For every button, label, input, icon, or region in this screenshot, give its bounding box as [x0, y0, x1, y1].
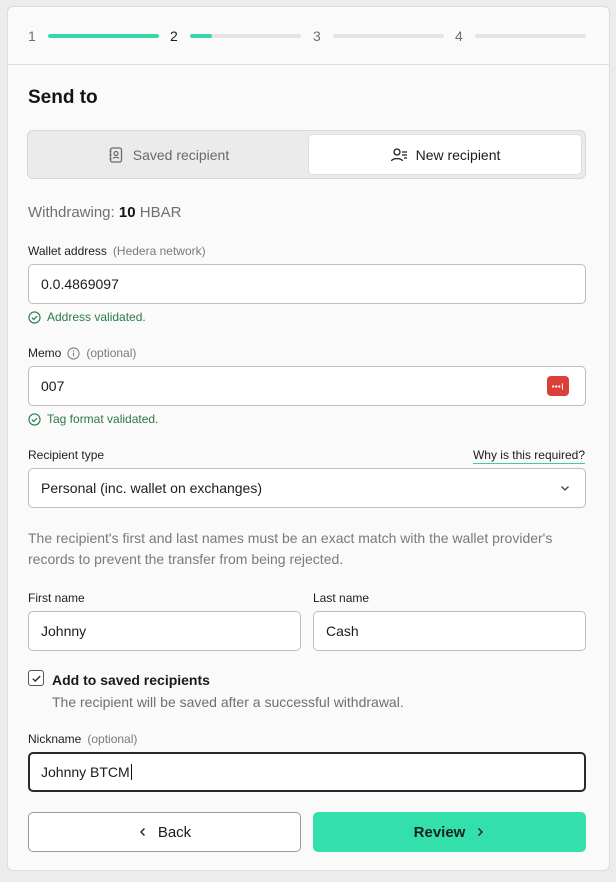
last-name-value: Cash — [326, 623, 359, 639]
first-name-input[interactable]: Johnny — [28, 611, 301, 651]
step-1-number: 1 — [28, 28, 36, 44]
memo-input[interactable]: 007 — [28, 366, 586, 406]
nickname-optional-hint: (optional) — [87, 732, 138, 746]
recipient-source-toggle: Saved recipient New recipient — [27, 130, 586, 179]
withdrawing-summary: Withdrawing: 10 HBAR — [28, 204, 181, 221]
password-manager-icon[interactable] — [547, 376, 569, 396]
wallet-address-label: Wallet address (Hedera network) — [28, 244, 206, 258]
memo-label-text: Memo — [28, 346, 62, 360]
last-name-label: Last name — [313, 591, 370, 605]
withdrawing-currency: HBAR — [139, 204, 182, 221]
contact-book-icon — [109, 146, 122, 163]
save-recipient-help: The recipient will be saved after a succ… — [52, 694, 404, 710]
check-circle-icon — [28, 310, 41, 324]
step-3-bar — [333, 34, 444, 38]
step-4-bar — [475, 34, 586, 38]
recipient-type-value: Personal (inc. wallet on exchanges) — [41, 480, 263, 496]
send-to-card: 1 2 3 4 Send to Saved recipient New reci… — [7, 6, 610, 871]
memo-validation-text: Tag format validated. — [47, 412, 159, 426]
chevron-down-icon — [561, 486, 569, 491]
save-recipient-label[interactable]: Add to saved recipients — [52, 672, 210, 688]
first-name-value: Johnny — [41, 623, 87, 639]
address-validation-message: Address validated. — [28, 310, 146, 324]
memo-label: Memo (optional) — [28, 346, 136, 360]
address-validation-text: Address validated. — [47, 310, 146, 324]
back-button[interactable]: Back — [28, 812, 301, 852]
chevron-left-icon — [139, 828, 145, 836]
step-2-bar — [190, 34, 301, 38]
wallet-address-value: 0.0.4869097 — [41, 276, 119, 292]
tab-new-recipient[interactable]: New recipient — [308, 134, 582, 175]
step-4-number: 4 — [455, 28, 463, 44]
tab-new-label: New recipient — [415, 146, 501, 163]
name-match-note: The recipient's first and last names mus… — [28, 530, 553, 567]
first-name-label: First name — [28, 591, 85, 605]
why-required-link[interactable]: Why is this required? — [472, 448, 585, 464]
step-3-number: 3 — [313, 28, 321, 44]
recipient-type-select[interactable]: Personal (inc. wallet on exchanges) — [28, 468, 586, 508]
nickname-input[interactable]: Johnny BTCM — [28, 752, 586, 792]
nickname-label-text: Nickname — [28, 732, 82, 746]
page-title: Send to — [28, 87, 98, 108]
check-circle-icon — [28, 412, 41, 426]
last-name-input[interactable]: Cash — [313, 611, 586, 651]
chevron-right-icon — [478, 828, 484, 836]
tab-saved-recipient[interactable]: Saved recipient — [31, 134, 305, 175]
wallet-network-hint: (Hedera network) — [112, 244, 206, 258]
user-add-icon — [390, 147, 407, 161]
text-cursor — [130, 764, 132, 780]
memo-optional-hint: (optional) — [86, 346, 137, 360]
memo-value: 007 — [41, 378, 65, 394]
wallet-address-label-text: Wallet address — [28, 244, 107, 258]
tab-saved-label: Saved recipient — [132, 146, 230, 163]
review-button[interactable]: Review — [313, 812, 586, 852]
nickname-label: Nickname (optional) — [28, 732, 137, 746]
withdrawing-label: Withdrawing: — [28, 204, 115, 221]
step-2-number: 2 — [170, 28, 178, 44]
info-icon[interactable] — [67, 346, 80, 360]
withdrawing-amount: 10 — [118, 204, 136, 221]
memo-validation-message: Tag format validated. — [28, 412, 158, 426]
nickname-value: Johnny BTCM — [41, 764, 130, 780]
save-recipient-checkbox[interactable] — [28, 670, 44, 686]
review-button-label: Review — [413, 823, 466, 841]
checkmark-icon — [31, 675, 41, 682]
back-button-label: Back — [157, 823, 192, 841]
wallet-address-input[interactable]: 0.0.4869097 — [28, 264, 586, 304]
recipient-type-label: Recipient type — [28, 448, 105, 462]
step-1-bar — [48, 34, 159, 38]
progress-stepper: 1 2 3 4 — [8, 7, 609, 65]
